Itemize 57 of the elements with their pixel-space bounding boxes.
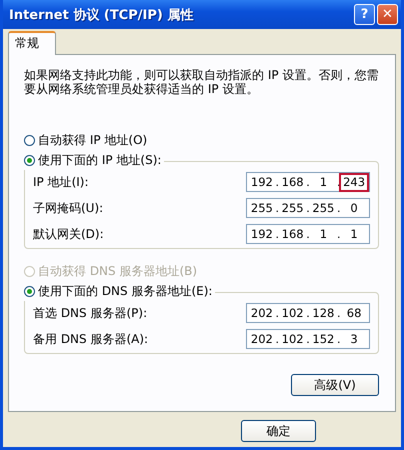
octet-separator: . — [274, 306, 280, 320]
ip-address-field[interactable]: 255 . 255 . 255 . 0 — [246, 198, 370, 218]
ip-address-field[interactable]: 202 . 102 . 128 . 68 — [246, 303, 370, 323]
address-octet: 192 — [250, 226, 274, 242]
octet-separator: . — [274, 202, 280, 214]
address-octet: 1 — [318, 174, 328, 190]
octet-separator: . — [306, 306, 310, 320]
field-label: 子网掩码(U): — [33, 200, 104, 216]
field-label: 首选 DNS 服务器(P): — [33, 304, 148, 322]
octet-separator: . — [306, 228, 310, 240]
address-octet: 1 — [318, 226, 328, 242]
radio-button[interactable] — [24, 286, 35, 296]
octet-separator: . — [306, 176, 310, 188]
address-octet: 192 — [250, 174, 274, 190]
octet-separator: . — [336, 306, 342, 320]
octet-separator: . — [274, 176, 280, 188]
address-octet: 202 — [250, 332, 274, 346]
address-octet: 202 — [250, 306, 274, 320]
tab[interactable]: 常规 — [8, 31, 56, 55]
field-label: 备用 DNS 服务器(A): — [33, 330, 148, 348]
radio-label: 使用下面的 IP 地址(S): — [38, 152, 162, 168]
window-title: Internet 协议 (TCP/IP) 属性 — [9, 6, 194, 24]
address-octet: 168 — [280, 226, 305, 242]
help-button[interactable]: ? — [354, 4, 375, 25]
description-text: 如果网络支持此功能，则可以获取自动指派的 IP 设置。否则，您需要从网络系统管理员处获得适当的 IP 设置。 — [24, 68, 379, 96]
field-label: IP 地址(I): — [33, 174, 89, 190]
octet-separator: . — [336, 228, 342, 240]
radio-button[interactable] — [24, 154, 35, 166]
address-octet: 1 — [349, 226, 359, 242]
field-label: 默认网关(D): — [33, 226, 104, 242]
octet-separator: . — [274, 228, 280, 240]
close-button[interactable]: ✕ — [377, 4, 398, 25]
octet-separator: . — [336, 202, 342, 214]
ok-button[interactable]: 确定 — [241, 420, 316, 442]
address-octet: 152 — [311, 332, 336, 346]
address-octet: 243 — [341, 174, 367, 190]
octet-separator: . — [274, 332, 280, 346]
octet-separator: . — [306, 202, 310, 214]
radio-label: 自动获得 IP 地址(O) — [38, 132, 148, 148]
octet-separator: . — [306, 332, 310, 346]
radio-label: 自动获得 DNS 服务器地址(B) — [38, 262, 198, 280]
address-octet: 3 — [349, 332, 359, 346]
ip-address-field[interactable]: 192 . 168 . 1 . 1 — [246, 224, 370, 244]
radio-label: 使用下面的 DNS 服务器地址(E): — [38, 282, 212, 300]
address-octet: 255 — [250, 200, 274, 216]
ip-address-field[interactable]: 202 . 102 . 152 . 3 — [246, 329, 370, 349]
radio-button[interactable] — [24, 134, 35, 146]
advanced-button[interactable]: 高级(V) — [291, 374, 379, 396]
octet-separator: . — [336, 332, 342, 346]
address-octet: 255 — [280, 200, 305, 216]
address-octet: 102 — [280, 332, 305, 346]
address-octet: 102 — [280, 306, 305, 320]
address-octet: 128 — [311, 306, 336, 320]
address-octet: 255 — [311, 200, 336, 216]
address-octet: 168 — [280, 174, 305, 190]
address-octet: 0 — [349, 200, 359, 216]
address-octet: 68 — [346, 306, 362, 320]
